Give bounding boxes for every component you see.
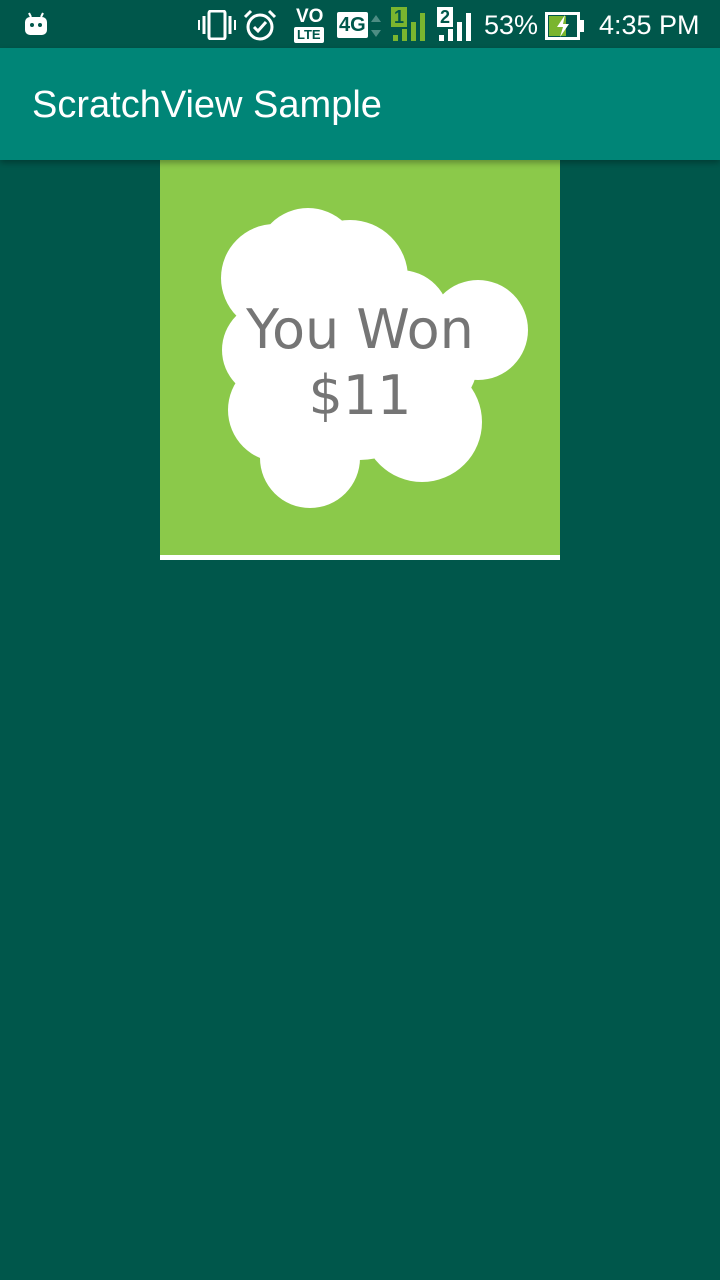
app-bar: ScratchView Sample [0,48,720,160]
battery-percent: 53% [484,10,539,40]
scratch-overlay[interactable] [160,160,560,560]
clock: 4:35 PM [599,10,700,40]
network-type-label: 4G [337,12,368,38]
sim1-signal-icon: 1 [391,7,431,43]
scratch-card[interactable]: You Won $11 [160,160,560,560]
alarm-icon [243,9,277,48]
sim2-signal-icon: 2 [437,7,477,43]
status-bar: VO LTE 4G 1 2 53% 4:35 PM [0,0,720,48]
volte-icon: VO LTE [292,5,328,45]
lte-label: LTE [294,27,324,43]
android-icon [24,11,48,37]
app-title: ScratchView Sample [32,84,382,126]
vibrate-icon [198,9,236,45]
4g-icon: 4G [337,12,383,40]
battery-charging-icon [545,12,585,45]
volte-label: VO [296,6,324,27]
sim2-label: 2 [437,7,454,27]
scratch-coating[interactable] [160,160,560,555]
